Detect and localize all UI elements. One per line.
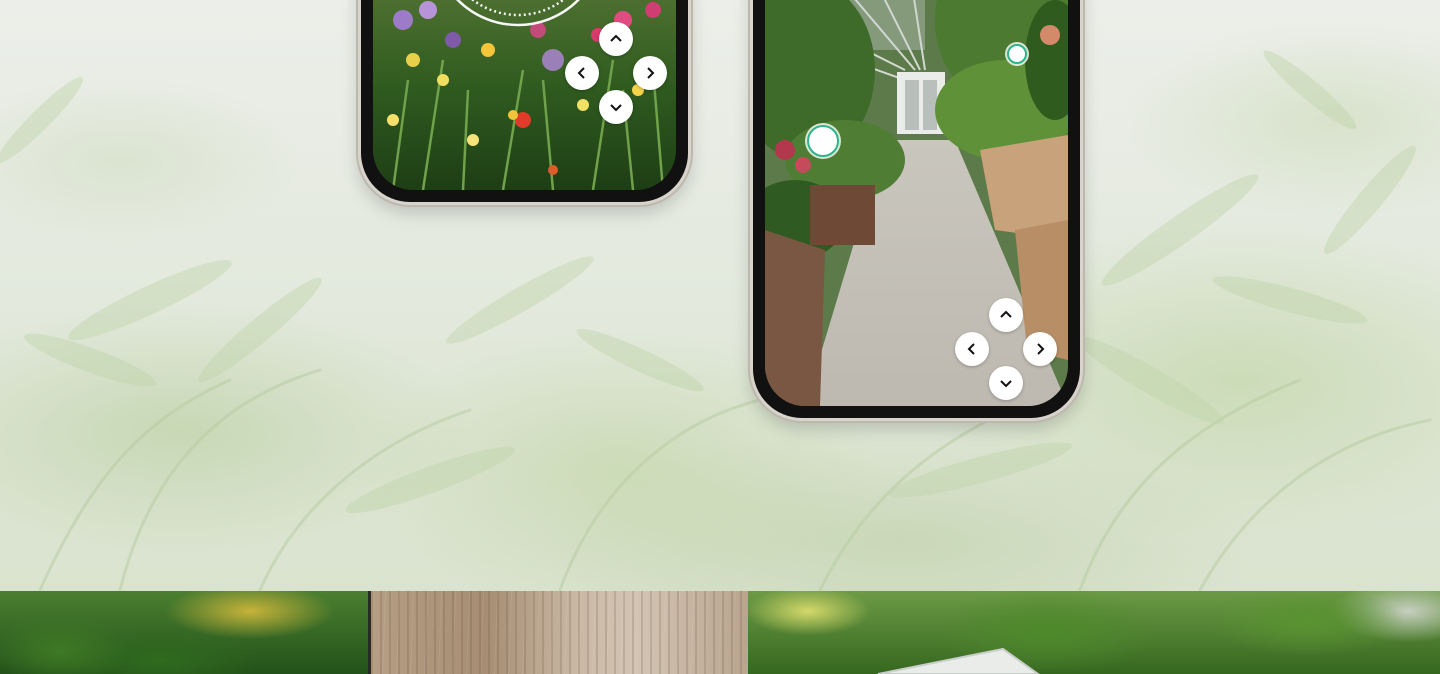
move-up-button[interactable] [599,22,633,56]
foliage-illustration [0,50,1432,591]
chevron-down-icon [1000,380,1012,388]
hotspot-marker-upper[interactable] [1007,44,1027,64]
phone-mockup-garden [358,0,691,205]
move-down-button[interactable] [599,90,633,124]
chevron-down-icon [610,104,622,112]
hero-foliage-background [0,0,1440,591]
image-gallery-strip [0,591,1440,674]
chevron-left-icon [967,343,975,355]
chevron-right-icon [647,67,655,79]
phone-mockup-greenhouse [750,0,1083,421]
hotspot-marker-left[interactable] [807,125,839,157]
move-right-button[interactable] [1023,332,1057,366]
chevron-up-icon [1000,310,1012,318]
move-left-button[interactable] [955,332,989,366]
move-right-button[interactable] [633,56,667,90]
move-up-button[interactable] [989,298,1023,332]
flower-garden-photo [373,0,676,190]
move-left-button[interactable] [565,56,599,90]
garden-panorama-viewport[interactable] [373,0,676,190]
move-down-button[interactable] [989,366,1023,400]
device-on-foliage-illustration [877,647,1040,674]
chevron-right-icon [1037,343,1045,355]
foliage-photo-left [0,591,368,674]
greenhouse-panorama-viewport[interactable] [765,0,1068,406]
chevron-left-icon [577,67,585,79]
chevron-up-icon [610,34,622,42]
wood-texture-photo [368,591,751,674]
foliage-photo-right [748,591,1440,674]
